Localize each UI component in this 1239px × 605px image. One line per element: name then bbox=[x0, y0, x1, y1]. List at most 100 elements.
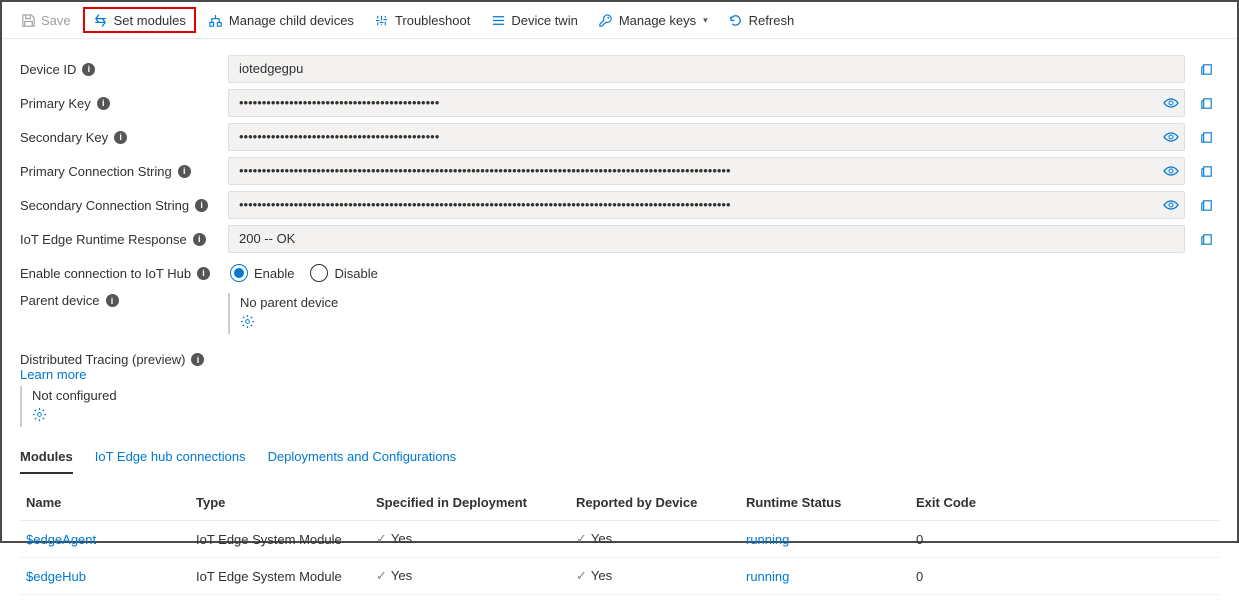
module-name-link[interactable]: $edgeHub bbox=[26, 569, 86, 584]
col-type[interactable]: Type bbox=[190, 485, 370, 521]
disable-radio-label: Disable bbox=[334, 266, 377, 281]
set-modules-label: Set modules bbox=[114, 13, 186, 28]
check-icon: ✓ bbox=[376, 568, 387, 583]
runtime-response-input-wrap: 200 -- OK bbox=[228, 225, 1185, 253]
primary-conn-row: Primary Connection String i ••••••••••••… bbox=[20, 157, 1219, 185]
module-name-link[interactable]: $edgeAgent bbox=[26, 532, 96, 547]
refresh-button[interactable]: Refresh bbox=[720, 8, 803, 32]
tab-hub-connections[interactable]: IoT Edge hub connections bbox=[95, 449, 246, 474]
enable-connection-row: Enable connection to IoT Hub i Enable Di… bbox=[20, 259, 1219, 287]
troubleshoot-button[interactable]: Troubleshoot bbox=[366, 8, 478, 32]
refresh-icon bbox=[728, 12, 744, 28]
table-row[interactable]: $edgeAgent IoT Edge System Module ✓Yes ✓… bbox=[20, 521, 1219, 558]
module-spec: ✓Yes bbox=[370, 558, 570, 595]
reveal-icon[interactable] bbox=[1163, 97, 1179, 109]
manage-keys-label: Manage keys bbox=[619, 13, 696, 28]
module-exit: 0 bbox=[910, 521, 1219, 558]
save-icon bbox=[20, 12, 36, 28]
radio-icon bbox=[310, 264, 328, 282]
info-icon[interactable]: i bbox=[106, 294, 119, 307]
troubleshoot-label: Troubleshoot bbox=[395, 13, 470, 28]
enable-radio-label: Enable bbox=[254, 266, 294, 281]
learn-more-link[interactable]: Learn more bbox=[20, 367, 86, 382]
device-id-row: Device ID i iotedgegpu bbox=[20, 55, 1219, 83]
module-runtime-link[interactable]: running bbox=[746, 569, 789, 584]
copy-icon[interactable] bbox=[1193, 232, 1219, 247]
secondary-conn-label: Secondary Connection String i bbox=[20, 198, 220, 213]
manage-child-devices-button[interactable]: Manage child devices bbox=[200, 8, 362, 32]
tab-deployments[interactable]: Deployments and Configurations bbox=[268, 449, 457, 474]
copy-icon[interactable] bbox=[1193, 130, 1219, 145]
enable-connection-label: Enable connection to IoT Hub i bbox=[20, 266, 220, 281]
gear-icon[interactable] bbox=[240, 314, 255, 329]
info-icon[interactable]: i bbox=[193, 233, 206, 246]
module-runtime-link[interactable]: running bbox=[746, 532, 789, 547]
content-area: Device ID i iotedgegpu Primary Key i •••… bbox=[2, 39, 1237, 605]
info-icon[interactable]: i bbox=[197, 267, 210, 280]
radio-icon bbox=[230, 264, 248, 282]
device-id-input-wrap: iotedgegpu bbox=[228, 55, 1185, 83]
reveal-icon[interactable] bbox=[1163, 199, 1179, 211]
secondary-key-value[interactable]: ••••••••••••••••••••••••••••••••••••••••… bbox=[228, 123, 1185, 151]
runtime-response-row: IoT Edge Runtime Response i 200 -- OK bbox=[20, 225, 1219, 253]
tab-modules[interactable]: Modules bbox=[20, 449, 73, 474]
secondary-key-input-wrap: ••••••••••••••••••••••••••••••••••••••••… bbox=[228, 123, 1185, 151]
check-icon: ✓ bbox=[576, 568, 587, 583]
table-row[interactable]: $edgeHub IoT Edge System Module ✓Yes ✓Ye… bbox=[20, 558, 1219, 595]
troubleshoot-icon bbox=[374, 12, 390, 28]
col-reported[interactable]: Reported by Device bbox=[570, 485, 740, 521]
manage-child-label: Manage child devices bbox=[229, 13, 354, 28]
device-id-value[interactable]: iotedgegpu bbox=[228, 55, 1185, 83]
copy-icon[interactable] bbox=[1193, 62, 1219, 77]
col-exit[interactable]: Exit Code bbox=[910, 485, 1219, 521]
runtime-response-label: IoT Edge Runtime Response i bbox=[20, 232, 220, 247]
manage-keys-button[interactable]: Manage keys ▾ bbox=[590, 8, 716, 32]
secondary-conn-row: Secondary Connection String i ••••••••••… bbox=[20, 191, 1219, 219]
info-icon[interactable]: i bbox=[178, 165, 191, 178]
copy-icon[interactable] bbox=[1193, 96, 1219, 111]
command-bar: Save Set modules Manage child devices Tr… bbox=[2, 2, 1237, 39]
secondary-key-row: Secondary Key i ••••••••••••••••••••••••… bbox=[20, 123, 1219, 151]
disable-radio[interactable]: Disable bbox=[310, 264, 377, 282]
table-header-row: Name Type Specified in Deployment Report… bbox=[20, 485, 1219, 521]
primary-conn-value[interactable]: ••••••••••••••••••••••••••••••••••••••••… bbox=[228, 157, 1185, 185]
module-reported: ✓Yes bbox=[570, 521, 740, 558]
gear-icon[interactable] bbox=[32, 407, 47, 422]
device-twin-icon bbox=[490, 12, 506, 28]
module-reported: ✓Yes bbox=[570, 558, 740, 595]
distributed-tracing-label: Distributed Tracing (preview) i bbox=[20, 352, 1219, 367]
chevron-down-icon: ▾ bbox=[703, 15, 708, 26]
modules-table: Name Type Specified in Deployment Report… bbox=[20, 485, 1219, 595]
tab-strip: Modules IoT Edge hub connections Deploym… bbox=[20, 449, 1219, 475]
enable-connection-radios: Enable Disable bbox=[228, 264, 1185, 282]
save-label: Save bbox=[41, 13, 71, 28]
info-icon[interactable]: i bbox=[97, 97, 110, 110]
reveal-icon[interactable] bbox=[1163, 165, 1179, 177]
save-button[interactable]: Save bbox=[12, 8, 79, 32]
set-modules-button[interactable]: Set modules bbox=[83, 7, 196, 33]
copy-icon[interactable] bbox=[1193, 164, 1219, 179]
col-name[interactable]: Name bbox=[20, 485, 190, 521]
enable-radio[interactable]: Enable bbox=[230, 264, 294, 282]
module-exit: 0 bbox=[910, 558, 1219, 595]
info-icon[interactable]: i bbox=[191, 353, 204, 366]
device-twin-button[interactable]: Device twin bbox=[482, 8, 585, 32]
manage-keys-icon bbox=[598, 12, 614, 28]
parent-device-label: Parent device i bbox=[20, 293, 220, 308]
col-runtime[interactable]: Runtime Status bbox=[740, 485, 910, 521]
primary-conn-input-wrap: ••••••••••••••••••••••••••••••••••••••••… bbox=[228, 157, 1185, 185]
info-icon[interactable]: i bbox=[114, 131, 127, 144]
secondary-key-label: Secondary Key i bbox=[20, 130, 220, 145]
copy-icon[interactable] bbox=[1193, 198, 1219, 213]
secondary-conn-value[interactable]: ••••••••••••••••••••••••••••••••••••••••… bbox=[228, 191, 1185, 219]
info-icon[interactable]: i bbox=[82, 63, 95, 76]
check-icon: ✓ bbox=[376, 531, 387, 546]
secondary-conn-input-wrap: ••••••••••••••••••••••••••••••••••••••••… bbox=[228, 191, 1185, 219]
col-spec[interactable]: Specified in Deployment bbox=[370, 485, 570, 521]
check-icon: ✓ bbox=[576, 531, 587, 546]
distributed-tracing-block: Not configured bbox=[20, 386, 1219, 427]
runtime-response-value[interactable]: 200 -- OK bbox=[228, 225, 1185, 253]
primary-key-value[interactable]: ••••••••••••••••••••••••••••••••••••••••… bbox=[228, 89, 1185, 117]
reveal-icon[interactable] bbox=[1163, 131, 1179, 143]
info-icon[interactable]: i bbox=[195, 199, 208, 212]
